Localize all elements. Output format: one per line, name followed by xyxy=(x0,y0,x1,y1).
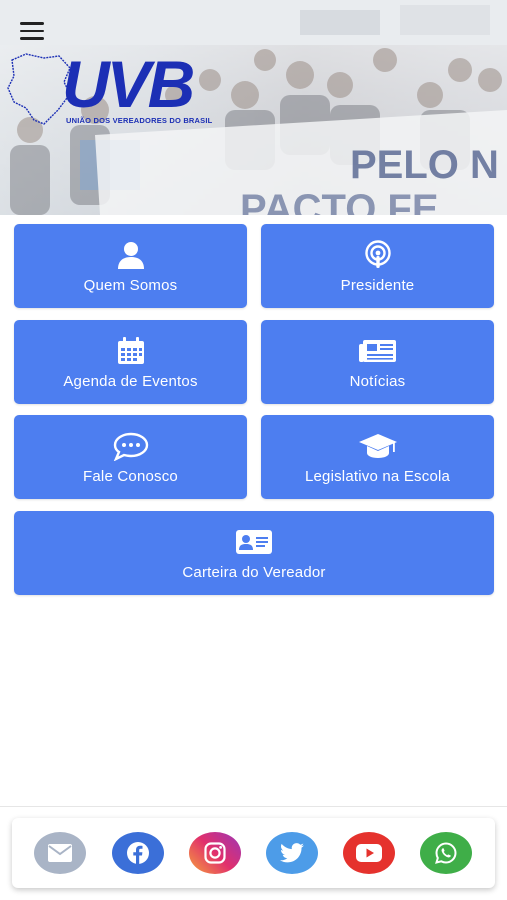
calendar-icon xyxy=(116,335,146,367)
youtube-button[interactable] xyxy=(343,832,395,874)
graduation-cap-icon xyxy=(358,430,398,462)
email-button[interactable] xyxy=(34,832,86,874)
banner-text-2: PACTO FE xyxy=(240,187,439,215)
tile-label: Carteira do Vereador xyxy=(182,563,326,581)
tile-noticias[interactable]: Notícias xyxy=(261,320,494,404)
youtube-icon xyxy=(356,844,382,862)
tile-agenda-de-eventos[interactable]: Agenda de Eventos xyxy=(14,320,247,404)
uvb-logo: UVB UNIÃO DOS VEREADORES DO BRASIL xyxy=(4,50,234,130)
tile-fale-conosco[interactable]: Fale Conosco xyxy=(14,415,247,499)
twitter-button[interactable] xyxy=(266,832,318,874)
instagram-button[interactable] xyxy=(189,832,241,874)
newspaper-icon xyxy=(358,335,397,367)
tile-label: Agenda de Eventos xyxy=(63,372,198,390)
footer-divider xyxy=(0,806,507,807)
whatsapp-button[interactable] xyxy=(420,832,472,874)
twitter-icon xyxy=(280,843,304,863)
social-bar xyxy=(12,818,495,888)
tile-quem-somos[interactable]: Quem Somos xyxy=(14,224,247,308)
id-card-icon xyxy=(235,526,273,558)
tile-label: Legislativo na Escola xyxy=(304,467,451,485)
tile-legislativo-na-escola[interactable]: Legislativo na Escola xyxy=(261,415,494,499)
tile-carteira-do-vereador[interactable]: Carteira do Vereador xyxy=(14,511,494,595)
menu-icon[interactable] xyxy=(20,18,54,44)
tile-label: Notícias xyxy=(349,372,406,390)
tile-label: Presidente xyxy=(340,276,415,294)
facebook-button[interactable] xyxy=(112,832,164,874)
banner-text-1: PELO N xyxy=(350,143,499,187)
podcast-icon xyxy=(363,239,393,271)
whatsapp-icon xyxy=(435,842,457,864)
instagram-icon xyxy=(204,842,226,864)
logo-subtitle: UNIÃO DOS VEREADORES DO BRASIL xyxy=(66,116,213,125)
email-icon xyxy=(48,844,72,862)
tile-label: Quem Somos xyxy=(83,276,178,294)
tile-label: Fale Conosco xyxy=(83,467,178,485)
logo-text: UVB xyxy=(62,47,195,121)
chat-bubble-icon xyxy=(112,430,150,462)
user-icon xyxy=(116,239,146,271)
tile-presidente[interactable]: Presidente xyxy=(261,224,494,308)
facebook-icon xyxy=(127,842,149,864)
header-banner: PELO N PACTO FE UVB UNIÃO DOS VEREADORES… xyxy=(0,0,507,215)
